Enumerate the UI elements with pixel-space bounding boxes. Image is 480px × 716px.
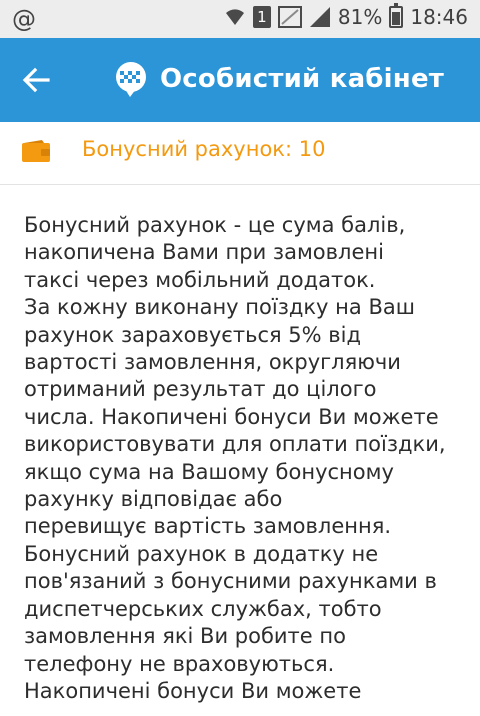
signal-empty-icon: [277, 6, 302, 28]
taxi-chat-icon: [116, 62, 146, 97]
status-bar: @ 1 81% 18:46: [0, 0, 480, 38]
battery-percent: 81%: [337, 5, 383, 29]
bonus-description-text: Бонусний рахунок - це сума балів, накопи…: [24, 213, 446, 703]
signal-icon: [309, 7, 330, 27]
page-title: Особистий кабінет: [160, 64, 445, 94]
at-icon: @: [12, 5, 36, 33]
wifi-icon: [225, 9, 244, 25]
app-title-group: Особистий кабінет: [112, 60, 444, 98]
status-time: 18:46: [410, 5, 468, 29]
wallet-icon: [22, 140, 50, 162]
bonus-balance-label: Бонусний рахунок: 10: [82, 137, 326, 161]
sim-slot-badge: 1: [252, 6, 271, 28]
status-icons: 1 81% 18:46: [224, 3, 468, 29]
arrow-left-icon[interactable]: [20, 64, 52, 96]
bonus-account-row[interactable]: Бонусний рахунок: 10: [0, 122, 480, 185]
app-bar: Особистий кабінет: [0, 38, 480, 122]
battery-icon: [389, 3, 404, 28]
